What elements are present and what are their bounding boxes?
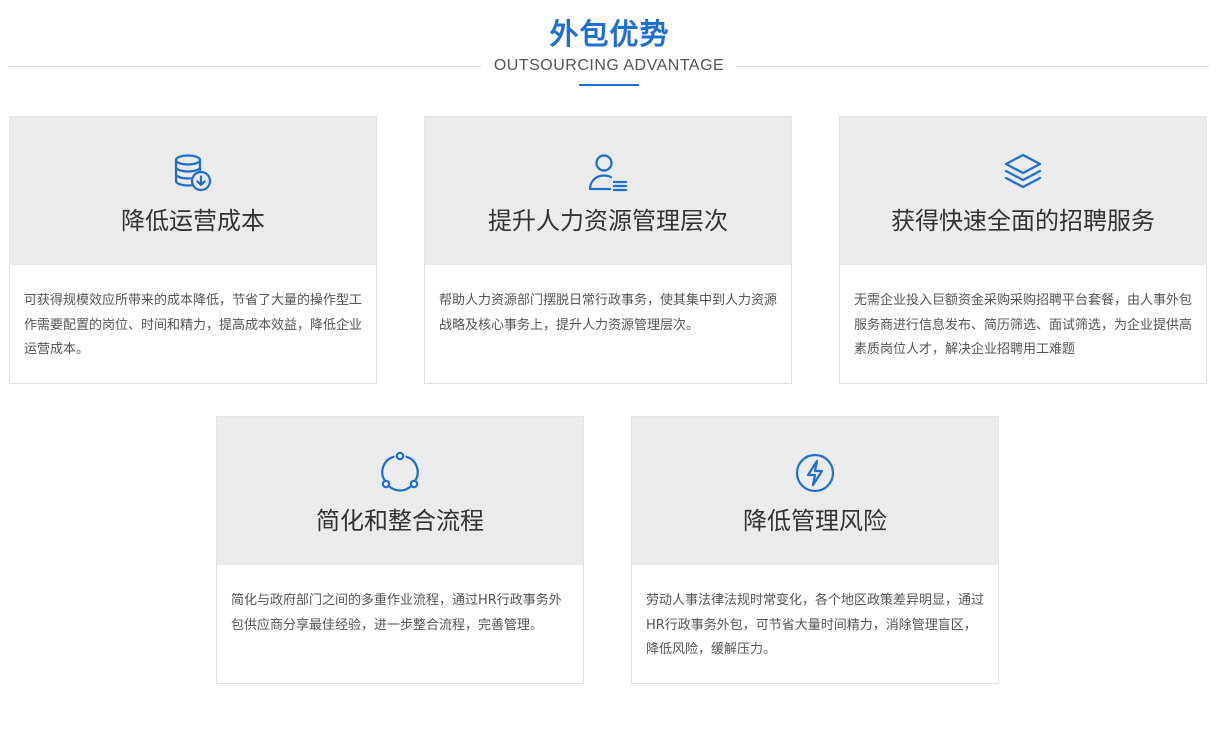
card-header: 降低运营成本 <box>10 117 376 265</box>
card-header: 获得快速全面的招聘服务 <box>840 117 1206 265</box>
title-divider-right <box>737 66 1209 67</box>
card-title: 降低运营成本 <box>121 207 265 235</box>
card-description: 劳动人事法律法规时常变化，各个地区政策差异明显，通过HR行政事务外包，可节省大量… <box>646 593 985 657</box>
section-subtitle: OUTSOURCING ADVANTAGE <box>493 57 725 74</box>
card-description: 可获得规模效应所带来的成本降低，节省了大量的操作型工作需要配置的岗位、时间和精力… <box>24 293 363 357</box>
card-title: 降低管理风险 <box>743 507 887 535</box>
circular-flow-icon <box>378 451 422 495</box>
layers-icon <box>1001 151 1045 195</box>
outsourcing-advantage-section: 外包优势 OUTSOURCING ADVANTAGE 降低运营成本 可获得规模效… <box>0 0 1219 730</box>
advantage-card-process: 简化和整合流程 简化与政府部门之间的多重作业流程，通过HR行政事务外包供应商分享… <box>216 416 584 684</box>
advantage-card-hr-level: 提升人力资源管理层次 帮助人力资源部门摆脱日常行政事务，使其集中到人力资源战略及… <box>424 116 792 384</box>
card-title: 提升人力资源管理层次 <box>488 207 728 235</box>
title-accent-underline <box>579 84 639 86</box>
advantage-card-recruiting: 获得快速全面的招聘服务 无需企业投入巨额资金采购采购招聘平台套餐，由人事外包服务… <box>839 116 1207 384</box>
database-download-icon <box>171 151 215 195</box>
card-header: 简化和整合流程 <box>217 417 583 565</box>
user-list-icon <box>586 151 630 195</box>
title-divider-left <box>9 66 481 67</box>
card-header: 提升人力资源管理层次 <box>425 117 791 265</box>
advantage-card-risk: 降低管理风险 劳动人事法律法规时常变化，各个地区政策差异明显，通过HR行政事务外… <box>631 416 999 684</box>
card-header: 降低管理风险 <box>632 417 998 565</box>
lightning-circle-icon <box>793 451 837 495</box>
card-description: 帮助人力资源部门摆脱日常行政事务，使其集中到人力资源战略及核心事务上，提升人力资… <box>439 293 778 333</box>
card-title: 简化和整合流程 <box>316 507 484 535</box>
card-title: 获得快速全面的招聘服务 <box>891 207 1155 235</box>
card-description: 简化与政府部门之间的多重作业流程，通过HR行政事务外包供应商分享最佳经验，进一步… <box>231 593 562 633</box>
advantage-card-cost: 降低运营成本 可获得规模效应所带来的成本降低，节省了大量的操作型工作需要配置的岗… <box>9 116 377 384</box>
card-description: 无需企业投入巨额资金采购采购招聘平台套餐，由人事外包服务商进行信息发布、简历筛选… <box>854 293 1193 357</box>
section-title: 外包优势 <box>549 17 670 51</box>
